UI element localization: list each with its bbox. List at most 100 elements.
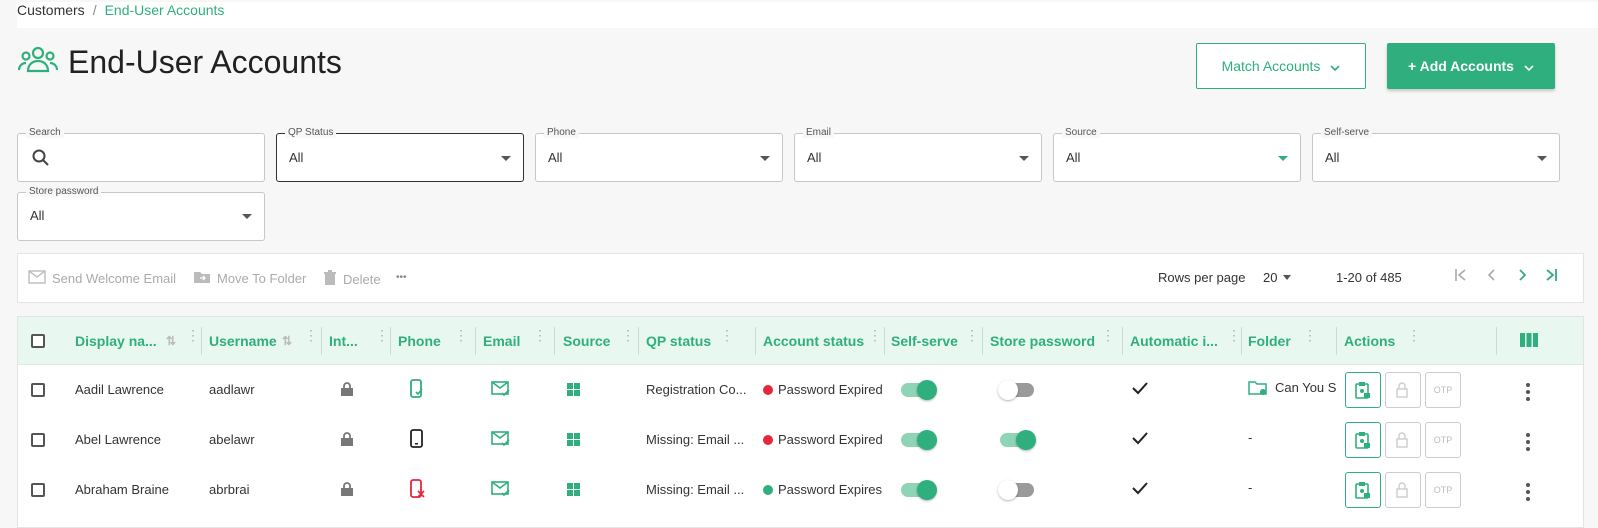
otp-button[interactable]: OTP: [1425, 372, 1461, 408]
row-menu-icon[interactable]: [1526, 433, 1530, 454]
phone-icon: [410, 429, 424, 452]
column-menu-icon[interactable]: ⋮: [1227, 328, 1241, 342]
phone-select[interactable]: Phone All: [535, 127, 783, 182]
column-menu-icon[interactable]: ⋮: [1303, 328, 1317, 342]
col-email[interactable]: Email: [483, 333, 520, 349]
lock-icon: [340, 381, 354, 400]
row-menu-icon[interactable]: [1526, 383, 1530, 404]
email-select[interactable]: Email All: [794, 127, 1042, 182]
columns-icon[interactable]: [1520, 333, 1538, 352]
column-menu-icon[interactable]: ⋮: [621, 328, 635, 342]
clipboard-key-button[interactable]: [1345, 472, 1381, 508]
col-display-name[interactable]: Display na...: [75, 333, 157, 349]
rows-per-page-value: 20: [1263, 270, 1278, 285]
column-menu-icon[interactable]: ⋮: [720, 328, 734, 342]
send-welcome-email-label: Send Welcome Email: [52, 271, 177, 286]
breadcrumb-separator: /: [92, 2, 97, 18]
store-password-select[interactable]: Store password All: [17, 186, 265, 241]
row-checkbox[interactable]: [31, 483, 45, 497]
breadcrumb-customers[interactable]: Customers: [17, 2, 85, 28]
column-menu-icon[interactable]: ⋮: [304, 328, 318, 342]
self-serve-toggle[interactable]: [901, 380, 937, 400]
row-checkbox[interactable]: [31, 383, 45, 397]
col-self-serve[interactable]: Self-serve: [891, 333, 958, 349]
lock-icon: [340, 481, 354, 500]
send-welcome-email-button[interactable]: Send Welcome Email: [28, 270, 176, 287]
search-label: Search: [26, 127, 64, 138]
next-page-icon[interactable]: [1515, 268, 1529, 287]
column-menu-icon[interactable]: ⋮: [454, 328, 468, 342]
last-page-icon[interactable]: [1544, 268, 1558, 287]
cell-display-name[interactable]: Abraham Braine: [75, 482, 169, 497]
cell-qp-status: Missing: Email ...: [646, 432, 745, 447]
cell-display-name[interactable]: Aadil Lawrence: [75, 382, 164, 397]
self-serve-toggle[interactable]: [901, 480, 937, 500]
clipboard-key-button[interactable]: [1345, 372, 1381, 408]
caret-down-icon: [1278, 156, 1288, 161]
col-automatic[interactable]: Automatic i...: [1130, 333, 1218, 349]
col-integration[interactable]: Int...: [329, 333, 358, 349]
self-serve-label: Self-serve: [1321, 127, 1373, 138]
otp-button[interactable]: OTP: [1425, 472, 1461, 508]
users-group-icon: [17, 45, 59, 80]
column-menu-icon[interactable]: ⋮: [1407, 328, 1421, 342]
row-menu-icon[interactable]: [1526, 483, 1530, 504]
cell-display-name[interactable]: Abel Lawrence: [75, 432, 161, 447]
email-verified-icon: [491, 481, 511, 500]
match-accounts-button[interactable]: Match Accounts: [1196, 43, 1366, 89]
delete-button[interactable]: Delete: [323, 270, 381, 289]
col-actions[interactable]: Actions: [1344, 333, 1395, 349]
chevron-down-icon: [1524, 58, 1534, 74]
sort-icon[interactable]: ⇅: [166, 334, 176, 348]
move-to-folder-button[interactable]: Move To Folder: [193, 270, 306, 287]
column-menu-icon[interactable]: ⋮: [868, 328, 882, 342]
breadcrumb: Customers / End-User Accounts: [17, 2, 1598, 28]
cell-account-status: Password Expired: [763, 432, 883, 447]
otp-button[interactable]: OTP: [1425, 422, 1461, 458]
col-phone[interactable]: Phone: [398, 333, 441, 349]
self-serve-value: All: [1325, 150, 1340, 165]
col-username[interactable]: Username: [209, 333, 277, 349]
table-row[interactable]: Abel Lawrence abelawr Missing: Email ...…: [18, 415, 1583, 465]
unlock-button[interactable]: [1385, 372, 1421, 408]
col-folder[interactable]: Folder: [1248, 333, 1291, 349]
column-menu-icon[interactable]: ⋮: [375, 328, 389, 342]
self-serve-toggle[interactable]: [901, 430, 937, 450]
self-serve-select[interactable]: Self-serve All: [1312, 127, 1560, 182]
prev-page-icon[interactable]: [1485, 268, 1499, 287]
phone-verified-icon: [410, 379, 424, 402]
store-password-toggle[interactable]: [1000, 430, 1036, 450]
col-account-status[interactable]: Account status: [763, 333, 864, 349]
unlock-button[interactable]: [1385, 422, 1421, 458]
column-menu-icon[interactable]: ⋮: [186, 328, 200, 342]
add-accounts-button[interactable]: + Add Accounts: [1387, 43, 1555, 89]
cell-folder[interactable]: Can You Se: [1275, 380, 1337, 395]
search-input[interactable]: Search: [17, 127, 265, 182]
select-all-checkbox[interactable]: [31, 334, 45, 348]
account-status-text: Password Expires: [778, 482, 883, 497]
table-row[interactable]: Abraham Braine abrbrai Missing: Email ..…: [18, 465, 1583, 515]
qp-status-select[interactable]: QP Status All: [276, 127, 524, 182]
source-value: All: [1066, 150, 1081, 165]
clipboard-key-button[interactable]: [1345, 422, 1381, 458]
cell-folder: -: [1248, 430, 1253, 445]
store-password-toggle[interactable]: [998, 380, 1034, 400]
sort-icon[interactable]: ⇅: [282, 334, 292, 348]
unlock-button[interactable]: [1385, 472, 1421, 508]
row-checkbox[interactable]: [31, 433, 45, 447]
column-menu-icon[interactable]: ⋮: [1101, 328, 1115, 342]
table-row[interactable]: Aadil Lawrence aadlawr Registration Co..…: [18, 365, 1583, 415]
rows-per-page-select[interactable]: 20: [1263, 270, 1292, 285]
col-qp-status[interactable]: QP status: [646, 333, 711, 349]
col-store-password[interactable]: Store password: [990, 333, 1095, 349]
col-source[interactable]: Source: [563, 333, 610, 349]
email-verified-icon: [491, 381, 511, 400]
source-select[interactable]: Source All: [1053, 127, 1301, 182]
first-page-icon[interactable]: [1454, 268, 1468, 287]
lock-icon: [340, 431, 354, 450]
delete-label: Delete: [343, 272, 381, 287]
column-menu-icon[interactable]: ⋮: [533, 328, 547, 342]
more-actions-button[interactable]: •••: [396, 272, 407, 283]
column-menu-icon[interactable]: ⋮: [965, 328, 979, 342]
store-password-toggle[interactable]: [998, 480, 1034, 500]
